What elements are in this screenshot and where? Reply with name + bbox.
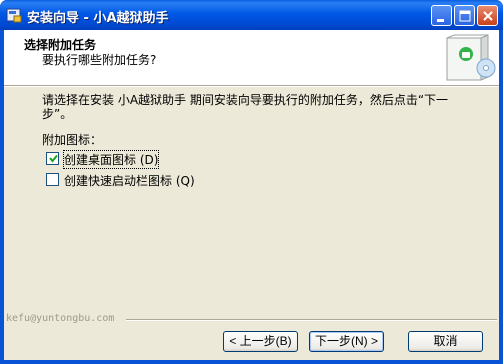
quick-launch-checkbox[interactable] bbox=[46, 173, 59, 186]
desktop-icon-checkbox[interactable] bbox=[46, 152, 59, 165]
installer-app-icon bbox=[6, 8, 22, 23]
window-frame-bottom bbox=[0, 360, 503, 364]
maximize-icon bbox=[459, 10, 471, 22]
footer-divider bbox=[126, 319, 497, 321]
title-bar[interactable]: 安装向导 - 小A越狱助手 bbox=[0, 0, 503, 30]
header-divider bbox=[4, 85, 499, 87]
footer-brand-text: kefu@yuntongbu.com bbox=[6, 313, 115, 324]
maximize-button[interactable] bbox=[454, 5, 475, 26]
dialog-client-area: 选择附加任务 要执行哪些附加任务? 请选择在安装 小A越狱助手 期间安装向导要执… bbox=[4, 30, 499, 360]
software-box-icon bbox=[446, 34, 496, 81]
desktop-icon-label[interactable]: 创建桌面图标 (D) bbox=[62, 150, 160, 169]
window-title: 安装向导 - 小A越狱助手 bbox=[27, 11, 169, 26]
wizard-header: 选择附加任务 要执行哪些附加任务? bbox=[4, 30, 499, 85]
additional-icons-label: 附加图标： bbox=[42, 133, 103, 147]
instructions-text: 请选择在安装 小A越狱助手 期间安装向导要执行的附加任务，然后点击“下一步”。 bbox=[42, 93, 449, 121]
minimize-button[interactable] bbox=[431, 5, 452, 26]
window-frame-right bbox=[499, 30, 503, 364]
minimize-icon bbox=[437, 19, 444, 22]
back-button[interactable]: < 上一步(B) bbox=[223, 331, 298, 352]
close-icon bbox=[483, 11, 493, 21]
close-button[interactable] bbox=[477, 5, 498, 26]
checkmark-icon bbox=[49, 154, 58, 163]
quick-launch-label[interactable]: 创建快速启动栏图标 (Q) bbox=[64, 172, 195, 189]
next-button[interactable]: 下一步(N) > bbox=[309, 331, 384, 352]
page-subtitle: 要执行哪些附加任务? bbox=[42, 53, 157, 67]
cancel-button[interactable]: 取消 bbox=[408, 331, 483, 352]
installer-window: 安装向导 - 小A越狱助手 选择附加任务 要执行哪些附加任务? 请选择在安装 小… bbox=[0, 0, 503, 364]
